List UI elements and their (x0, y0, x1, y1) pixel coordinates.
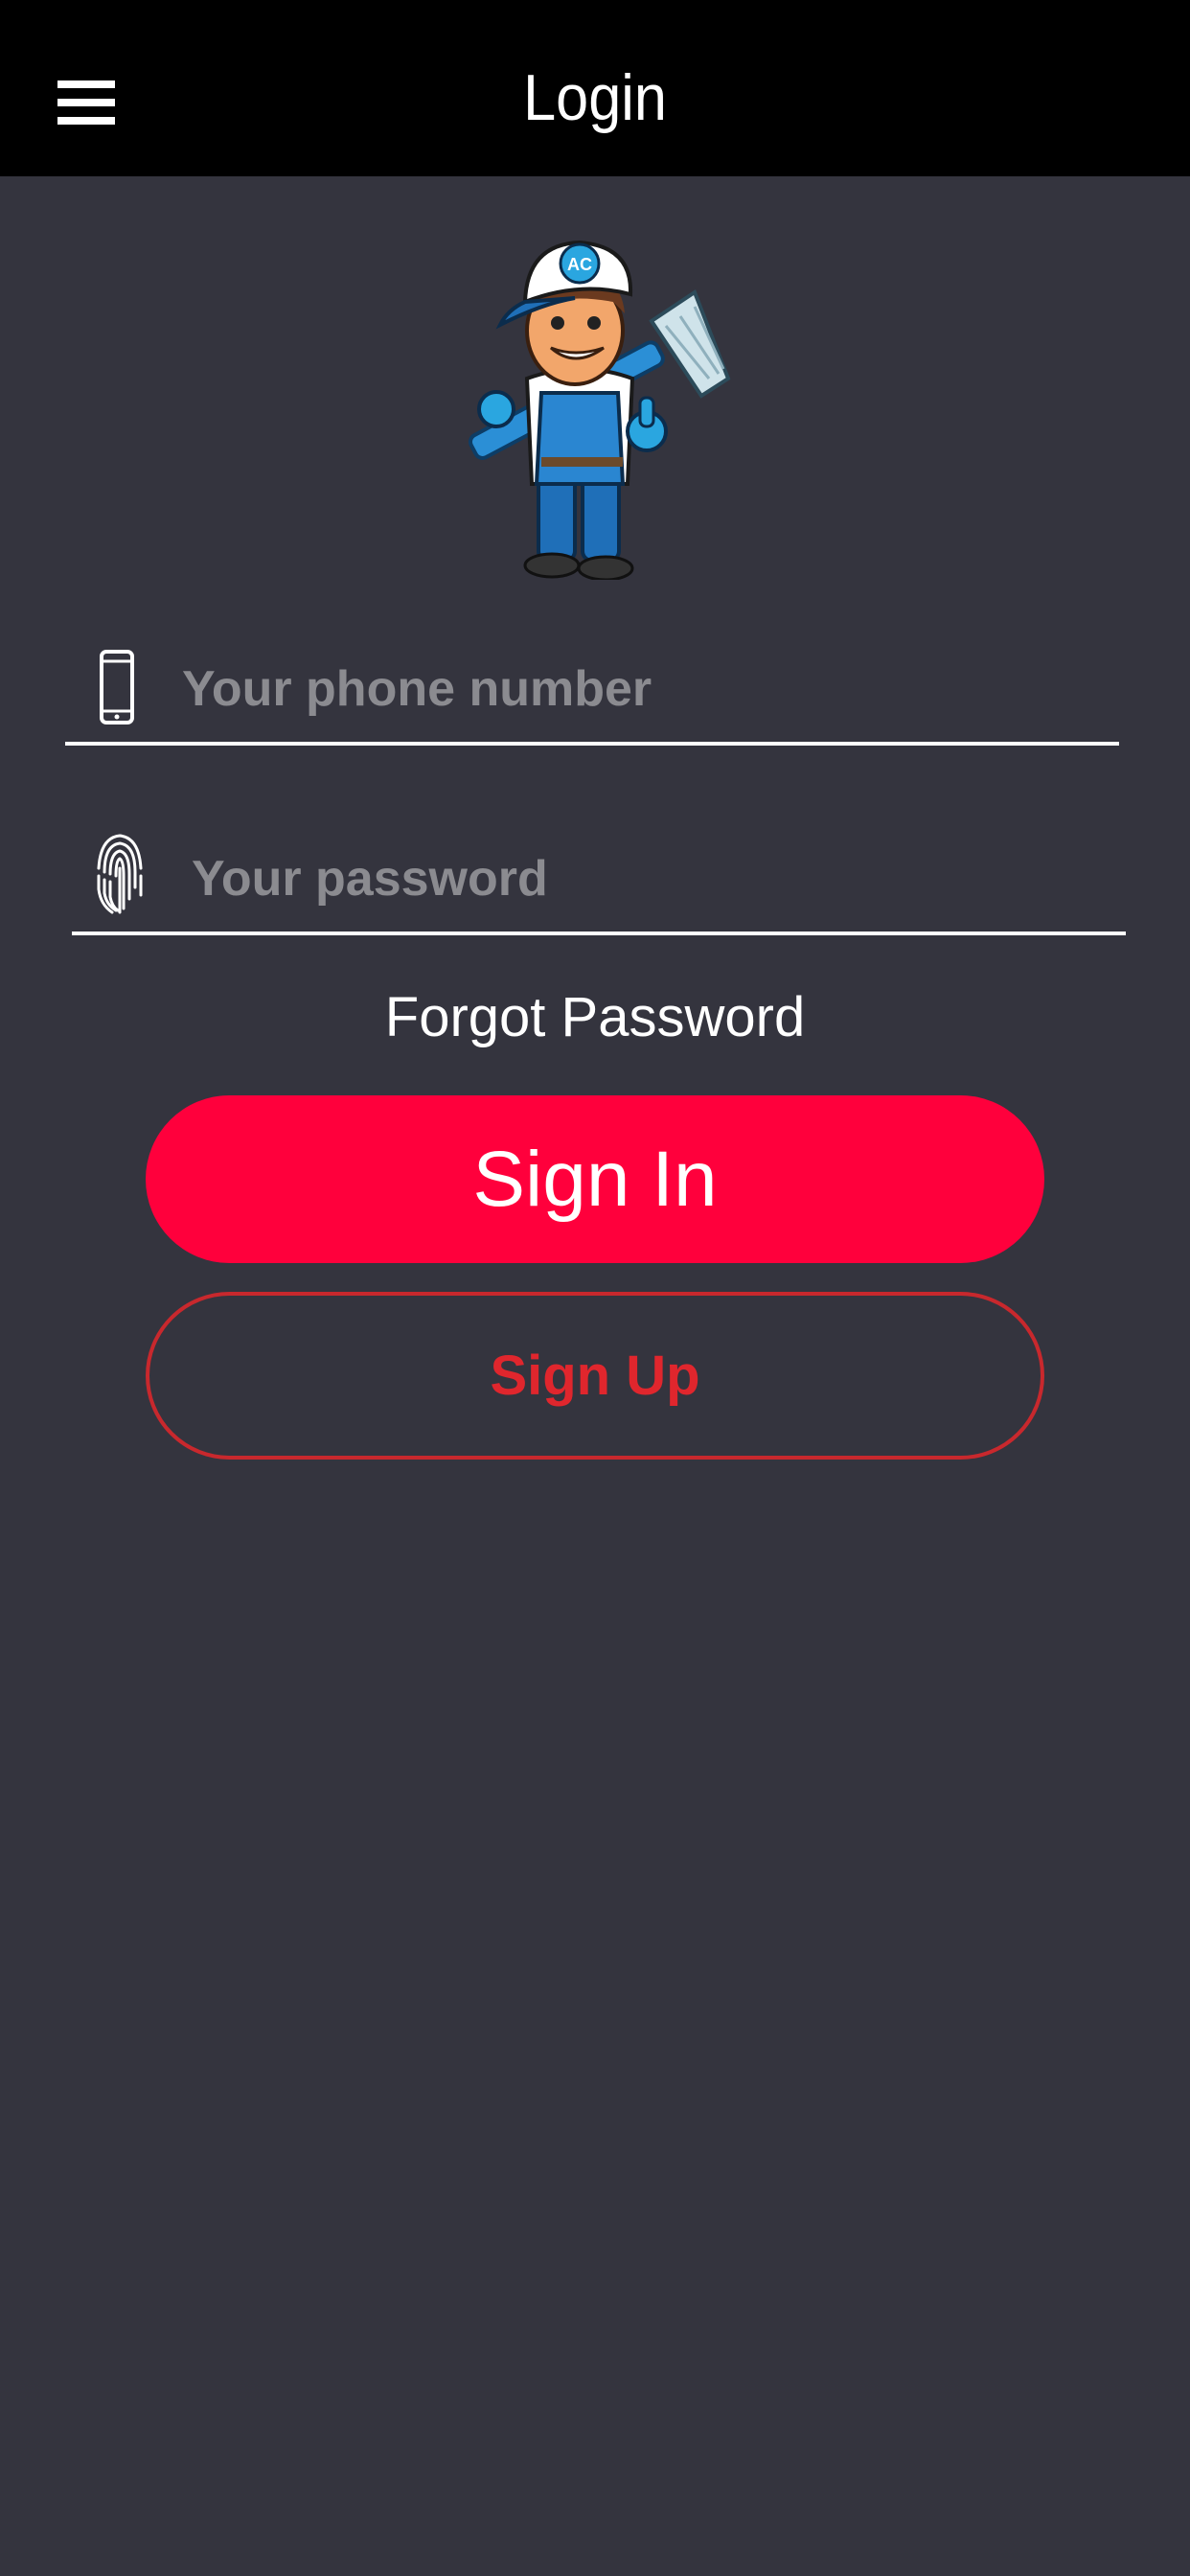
password-underline (72, 932, 1126, 935)
sign-in-button[interactable]: Sign In (146, 1095, 1044, 1263)
cleaner-mascot-logo: AC (469, 240, 731, 580)
phone-field (65, 640, 1119, 746)
page-title: Login (523, 61, 667, 134)
top-app-bar: Login (0, 0, 1190, 176)
forgot-password-link[interactable]: Forgot Password (0, 979, 1190, 1056)
smartphone-icon (100, 650, 134, 724)
sign-up-button[interactable]: Sign Up (146, 1292, 1044, 1460)
phone-input[interactable] (180, 650, 1046, 728)
password-input[interactable] (190, 840, 1056, 918)
phone-underline (65, 742, 1119, 746)
cap-logo-text: AC (567, 255, 592, 274)
fingerprint-icon (97, 834, 143, 914)
password-field (72, 830, 1126, 935)
